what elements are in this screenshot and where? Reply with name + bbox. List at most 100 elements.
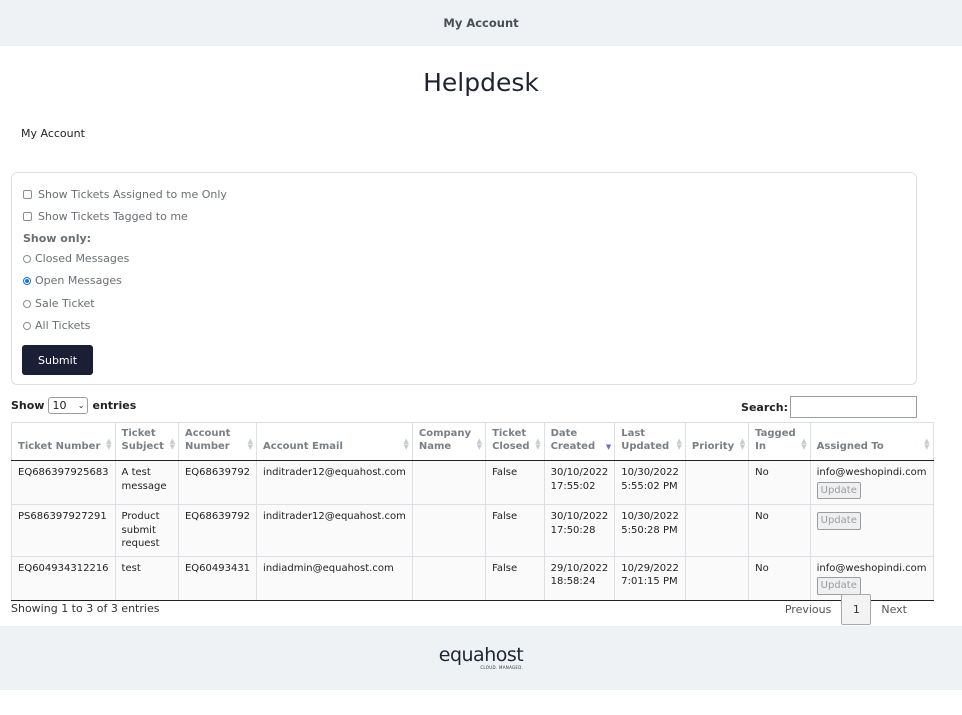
assigned-to-me-checkbox[interactable]	[23, 190, 32, 199]
column-header-tagged-in[interactable]: Tagged In ▲ ▼	[748, 422, 811, 461]
radio-open-messages-label: Open Messages	[35, 274, 122, 287]
column-header-date-created[interactable]: Date Created ▼	[543, 422, 616, 461]
column-header-last-updated[interactable]: Last Updated ▲ ▼	[614, 422, 686, 461]
next-page-button[interactable]: Next	[871, 603, 917, 616]
sort-icon: ▲ ▼	[403, 437, 409, 451]
assigned-to-me-label: Show Tickets Assigned to me Only	[38, 188, 227, 201]
show-only-label: Show only:	[23, 232, 92, 245]
search-input[interactable]	[790, 396, 917, 418]
radio-all-tickets-input[interactable]	[23, 321, 31, 330]
column-header-line1: Account	[184, 428, 231, 439]
cell-updated: 10/29/2022 7:01:15 PM	[614, 555, 686, 601]
created-time: 18:58:24	[550, 576, 596, 587]
logo-tagline: CLOUD. MANAGED.	[480, 665, 524, 670]
cell-company	[411, 460, 487, 505]
cell-account-number: EQ68639792	[177, 504, 258, 557]
radio-sale-ticket-input[interactable]	[23, 299, 31, 308]
table-info: Showing 1 to 3 of 3 entries	[11, 602, 160, 615]
cell-priority	[684, 504, 750, 557]
column-header-account-email[interactable]: Account Email ▲ ▼	[256, 422, 413, 461]
created-time: 17:55:02	[550, 480, 596, 492]
cell-updated: 10/30/2022 5:55:02 PM	[614, 460, 686, 505]
radio-open-messages[interactable]: Open Messages	[23, 274, 122, 287]
column-header-line1: Last	[621, 428, 646, 439]
assigned-to-me-checkbox-row[interactable]: Show Tickets Assigned to me Only	[23, 188, 227, 201]
column-header-priority[interactable]: Priority ▲ ▼	[684, 422, 750, 461]
sort-desc-icon: ▼	[605, 443, 612, 451]
assigned-email: info@weshopindi.com	[816, 562, 927, 574]
page-1-button[interactable]: 1	[841, 594, 872, 625]
table-row[interactable]: EQ686397925683 A test message EQ68639792 …	[11, 460, 934, 505]
cell-ticket-number: EQ604934312216	[11, 555, 116, 601]
radio-closed-messages[interactable]: Closed Messages	[23, 252, 129, 265]
created-time: 17:50:28	[550, 524, 596, 536]
column-header-line1: Tagged	[755, 428, 796, 439]
column-header-line2: Subject	[121, 441, 164, 452]
updated-date: 10/30/2022	[621, 511, 679, 522]
entries-select[interactable]: 10 ⌄	[48, 397, 89, 414]
cell-ticket-number: EQ686397925683	[11, 460, 116, 505]
subject-line: submit	[121, 524, 156, 536]
top-nav-bar: My Account	[0, 0, 962, 46]
equahost-logo[interactable]: equahost CLOUD. MANAGED.	[439, 646, 524, 671]
cell-tagged: No	[748, 504, 811, 557]
column-header-ticket-closed[interactable]: Ticket Closed ▲ ▼	[485, 422, 545, 461]
column-header-ticket-number[interactable]: Ticket Number ▲ ▼	[11, 422, 116, 461]
column-header-assigned-to[interactable]: Assigned To ▲ ▼	[809, 422, 934, 461]
column-header-company-name[interactable]: Company Name ▲ ▼	[411, 422, 487, 461]
column-header-line2: Updated	[621, 441, 670, 452]
column-header-line2: Assigned To	[816, 441, 884, 452]
cell-subject: A test message	[114, 460, 179, 505]
cell-assigned: info@weshopindi.com Update	[809, 460, 934, 505]
top-nav-title[interactable]: My Account	[443, 16, 518, 30]
updated-time: 5:50:28 PM	[621, 524, 678, 536]
cell-created: 30/10/2022 17:55:02	[543, 460, 616, 505]
subject-line: request	[121, 538, 160, 549]
tagged-to-me-checkbox[interactable]	[23, 212, 32, 221]
cell-closed: False	[485, 555, 545, 601]
update-button[interactable]: Update	[816, 481, 861, 499]
subject-line: Product	[121, 511, 160, 522]
sort-icon: ▲ ▼	[169, 437, 175, 451]
update-button[interactable]: Update	[816, 512, 861, 530]
cell-email: indiadmin@equahost.com	[256, 555, 413, 601]
assigned-email: info@weshopindi.com	[816, 467, 927, 478]
chevron-down-icon: ⌄	[77, 401, 85, 410]
table-row[interactable]: PS686397927291 Product submit request EQ68…	[11, 504, 934, 557]
cell-company	[411, 504, 487, 557]
column-header-line1: Ticket	[121, 428, 156, 439]
column-header-line2: Ticket Number	[18, 441, 101, 452]
cell-ticket-number: PS686397927291	[11, 504, 116, 557]
entries-length-control: Show 10 ⌄ entries	[11, 397, 136, 414]
previous-page-button[interactable]: Previous	[775, 603, 842, 616]
cell-assigned: Update	[809, 504, 934, 557]
sort-icon: ▲ ▼	[476, 437, 483, 451]
cell-priority	[684, 460, 750, 505]
updated-time: 5:55:02 PM	[621, 480, 678, 492]
radio-open-messages-input[interactable]	[23, 276, 31, 285]
sort-icon: ▲ ▼	[676, 437, 682, 451]
tagged-to-me-label: Show Tickets Tagged to me	[38, 210, 188, 223]
update-button[interactable]: Update	[816, 577, 861, 595]
updated-date: 10/30/2022	[621, 467, 679, 478]
cell-subject: Product submit request	[114, 504, 179, 557]
subject-line: test	[121, 562, 141, 574]
radio-closed-messages-label: Closed Messages	[35, 252, 130, 265]
radio-all-tickets[interactable]: All Tickets	[23, 319, 90, 332]
table-header-row: Ticket Number ▲ ▼ Ticket Subject ▲ ▼ Account N…	[11, 422, 934, 461]
tagged-to-me-checkbox-row[interactable]: Show Tickets Tagged to me	[23, 210, 188, 223]
tickets-table: Ticket Number ▲ ▼ Ticket Subject ▲ ▼ Account N…	[11, 422, 934, 601]
radio-closed-messages-input[interactable]	[23, 254, 31, 263]
column-header-line2: Closed	[492, 441, 530, 452]
sort-icon: ▲ ▼	[801, 437, 807, 451]
column-header-line2: Number	[184, 441, 230, 452]
column-header-account-number[interactable]: Account Number ▲ ▼	[177, 422, 258, 461]
cell-tagged: No	[748, 460, 811, 505]
radio-all-tickets-label: All Tickets	[35, 319, 91, 332]
column-header-ticket-subject[interactable]: Ticket Subject ▲ ▼	[114, 422, 179, 461]
column-header-line2: Name	[418, 441, 452, 452]
subject-line: A test	[121, 467, 151, 478]
radio-sale-ticket[interactable]: Sale Ticket	[23, 297, 95, 310]
breadcrumb[interactable]: My Account	[21, 127, 85, 140]
submit-button[interactable]: Submit	[22, 345, 93, 375]
